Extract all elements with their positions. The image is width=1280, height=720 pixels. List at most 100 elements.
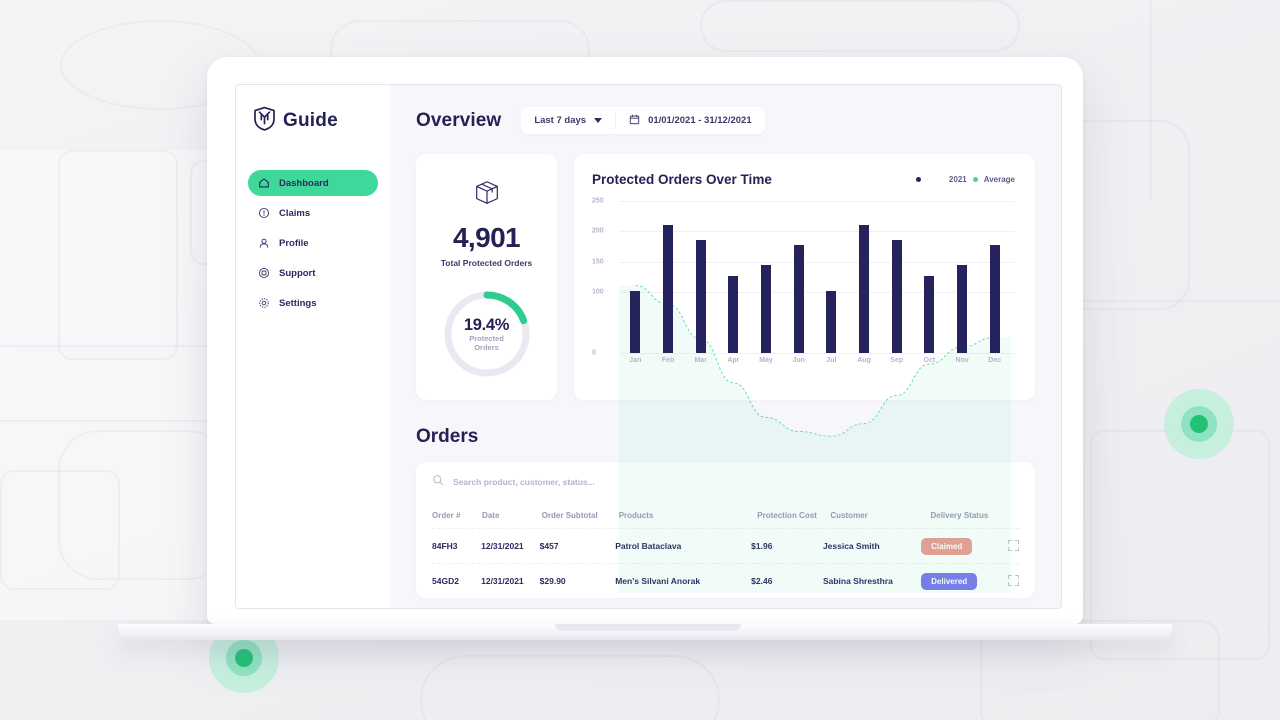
chart-bar-column: [880, 201, 913, 353]
page-header: Overview Last 7 days 01/01/2021 - 31/12/…: [416, 107, 1035, 134]
chart-bar[interactable]: [859, 224, 870, 353]
chart-bar-column: [782, 201, 815, 353]
chart-bar[interactable]: [826, 290, 837, 353]
chart-x-tick-label: Dec: [988, 357, 1002, 364]
sidebar-item-claims[interactable]: Claims: [248, 200, 378, 226]
cell-date: 12/31/2021: [481, 541, 524, 551]
dashboard-screen: Guide Dashboard Claims Profile Support S…: [236, 85, 1061, 608]
sidebar-item-label: Settings: [279, 297, 317, 309]
total-protected-orders-value: 4,901: [452, 222, 521, 253]
backdrop-wireframe-shape: [0, 470, 120, 590]
protected-orders-stat-card: 4,901 Total Protected Orders 19.4% Prote…: [416, 154, 557, 400]
column-header-order: Order #: [432, 510, 461, 520]
main-content: Overview Last 7 days 01/01/2021 - 31/12/…: [390, 85, 1061, 608]
total-protected-orders-label: Total Protected Orders: [440, 258, 533, 268]
chart-x-tick-label: Sep: [890, 357, 904, 364]
chart-x-tick-label: Jun: [792, 357, 805, 364]
sidebar-item-profile[interactable]: Profile: [248, 230, 378, 256]
chart-x-tick-label: Aug: [857, 357, 871, 364]
column-header-date: Date: [482, 510, 500, 520]
chart-bar[interactable]: [793, 244, 804, 353]
date-range-picker[interactable]: Last 7 days 01/01/2021 - 31/12/2021: [521, 107, 765, 134]
laptop-lid: Guide Dashboard Claims Profile Support S…: [207, 57, 1083, 624]
gear-icon: [258, 297, 270, 309]
sidebar-item-support[interactable]: Support: [248, 260, 378, 286]
chart-bar-column: [946, 201, 979, 353]
backdrop-wireframe-shape: [58, 150, 178, 360]
brand-name: Guide: [283, 110, 338, 131]
sidebar-item-dashboard[interactable]: Dashboard: [248, 170, 378, 196]
legend-label-2021: 2021: [948, 175, 967, 184]
legend-swatch-average: [972, 177, 978, 182]
sidebar-item-label: Dashboard: [279, 177, 329, 189]
chart-bar[interactable]: [891, 239, 902, 353]
legend-label-average: Average: [983, 175, 1015, 184]
chart-bar[interactable]: [663, 224, 673, 353]
chart-bar-column: [652, 201, 685, 353]
chart-bar[interactable]: [924, 275, 935, 353]
search-icon: [432, 473, 444, 491]
date-range-field[interactable]: 01/01/2021 - 31/12/2021: [616, 114, 765, 128]
laptop-mockup: Guide Dashboard Claims Profile Support S…: [118, 57, 1172, 640]
sidebar-item-label: Support: [279, 267, 316, 279]
chart-bar-column: [619, 201, 652, 353]
chart-x-axis-labels: Jan Feb Mar Apr May Jun Jul Aug Sep Oct Nov Dec: [619, 357, 1011, 364]
cell-subtotal: $457: [539, 541, 559, 551]
donut-sub-line2: Orders: [474, 342, 499, 352]
overview-cards-row: 4,901 Total Protected Orders 19.4% Prote…: [416, 154, 1035, 593]
legend-swatch-2021: [915, 177, 921, 182]
chart-y-tick-label: 0: [592, 349, 596, 357]
backdrop-wireframe-shape: [700, 0, 1020, 52]
chart-bar[interactable]: [761, 264, 772, 353]
backdrop-wireframe-shape: [420, 655, 720, 720]
chart-x-tick-label: Mar: [694, 357, 707, 364]
chart-x-tick-label: Feb: [661, 357, 675, 364]
expand-icon[interactable]: [1008, 574, 1020, 586]
cell-order: 84FH3: [432, 541, 458, 551]
cell-subtotal: $29.90: [539, 576, 566, 586]
date-range-value: 01/01/2021 - 31/12/2021: [648, 115, 752, 126]
chart-bars: [619, 201, 1011, 353]
chart-bar[interactable]: [957, 264, 968, 353]
donut-sub-line1: Protected: [469, 333, 504, 343]
chart-bar[interactable]: [989, 244, 1000, 353]
chart-plot-area: 0 100 150 200 250 Jan Feb Mar Apr May Jun Jul Aug Se…: [592, 197, 1015, 593]
cell-order: 54GD2: [432, 576, 459, 586]
donut-center-labels: 19.4% Protected Orders: [441, 288, 533, 380]
support-circle-icon: [258, 267, 270, 279]
range-preset-dropdown[interactable]: Last 7 days: [521, 115, 615, 126]
chart-bar-column: [978, 201, 1011, 353]
sidebar-item-settings[interactable]: Settings: [248, 290, 378, 316]
chart-bar-column: [717, 201, 750, 353]
expand-icon[interactable]: [1008, 539, 1020, 551]
chart-x-tick-label: Jan: [629, 357, 642, 364]
search-input[interactable]: Search product, customer, status...: [453, 477, 595, 487]
chart-x-tick-label: Nov: [955, 357, 969, 364]
protected-orders-donut: 19.4% Protected Orders: [441, 288, 533, 380]
page-title: Overview: [416, 109, 502, 131]
chart-bar[interactable]: [695, 239, 706, 353]
chart-y-tick-label: 200: [592, 227, 604, 235]
chart-header: Protected Orders Over Time 2021 Average: [592, 172, 1015, 187]
chart-x-tick-label: Apr: [727, 357, 740, 364]
brand: Guide: [236, 106, 390, 136]
chevron-down-icon: [594, 118, 603, 123]
chart-y-tick-label: 150: [592, 258, 604, 266]
protected-orders-chart-card: Protected Orders Over Time 2021 Average: [574, 154, 1035, 593]
home-icon: [258, 177, 270, 189]
chart-legend: 2021 Average: [915, 175, 1015, 184]
donut-percent-value: 19.4%: [463, 315, 510, 334]
chart-y-tick-label: 250: [592, 197, 604, 205]
cell-date: 12/31/2021: [481, 576, 524, 586]
chart-bar[interactable]: [728, 275, 739, 353]
column-header-subtotal: Order Subtotal: [541, 510, 598, 520]
decor-dot-right: [1164, 389, 1234, 459]
calendar-icon: [629, 114, 640, 128]
chart-bar-column: [913, 201, 946, 353]
range-preset-label: Last 7 days: [534, 115, 587, 126]
chart-bar-column: [750, 201, 783, 353]
chart-bar-column: [848, 201, 881, 353]
chart-bar[interactable]: [630, 290, 641, 353]
chart-x-tick-label: May: [759, 357, 773, 364]
chart-y-tick-label: 100: [592, 288, 604, 296]
